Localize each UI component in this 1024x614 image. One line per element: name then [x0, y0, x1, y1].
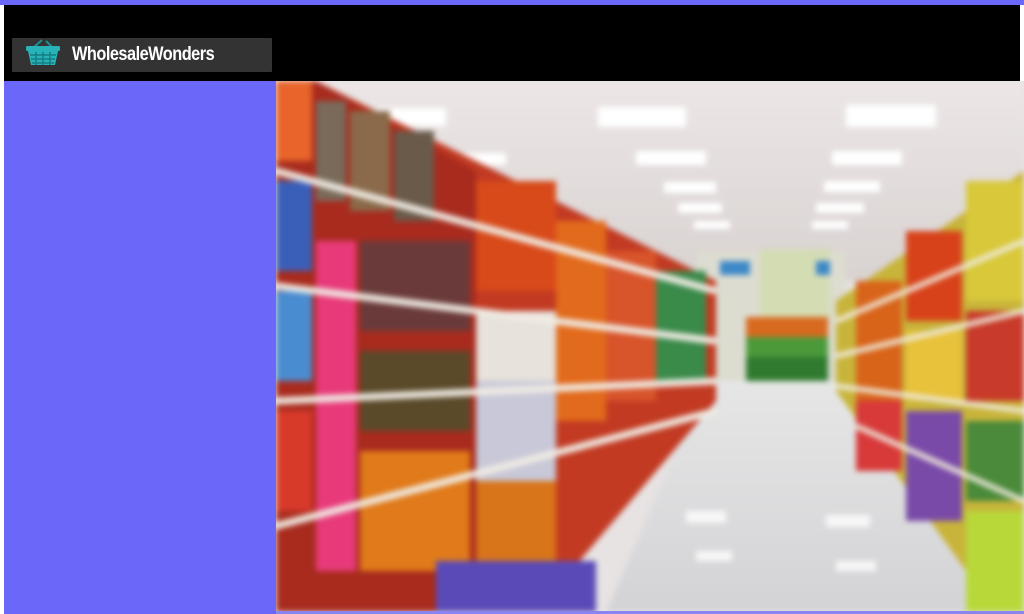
supermarket-aisle-illustration	[276, 81, 1024, 612]
brand-logo-link[interactable]: WholesaleWonders	[12, 38, 272, 72]
page: WholesaleWonders	[0, 0, 1024, 614]
sidebar-panel	[4, 81, 276, 614]
basket-icon	[24, 38, 62, 73]
hero-image	[276, 81, 1024, 612]
header-edge	[1020, 5, 1024, 33]
brand-name: WholesaleWonders	[72, 44, 215, 65]
